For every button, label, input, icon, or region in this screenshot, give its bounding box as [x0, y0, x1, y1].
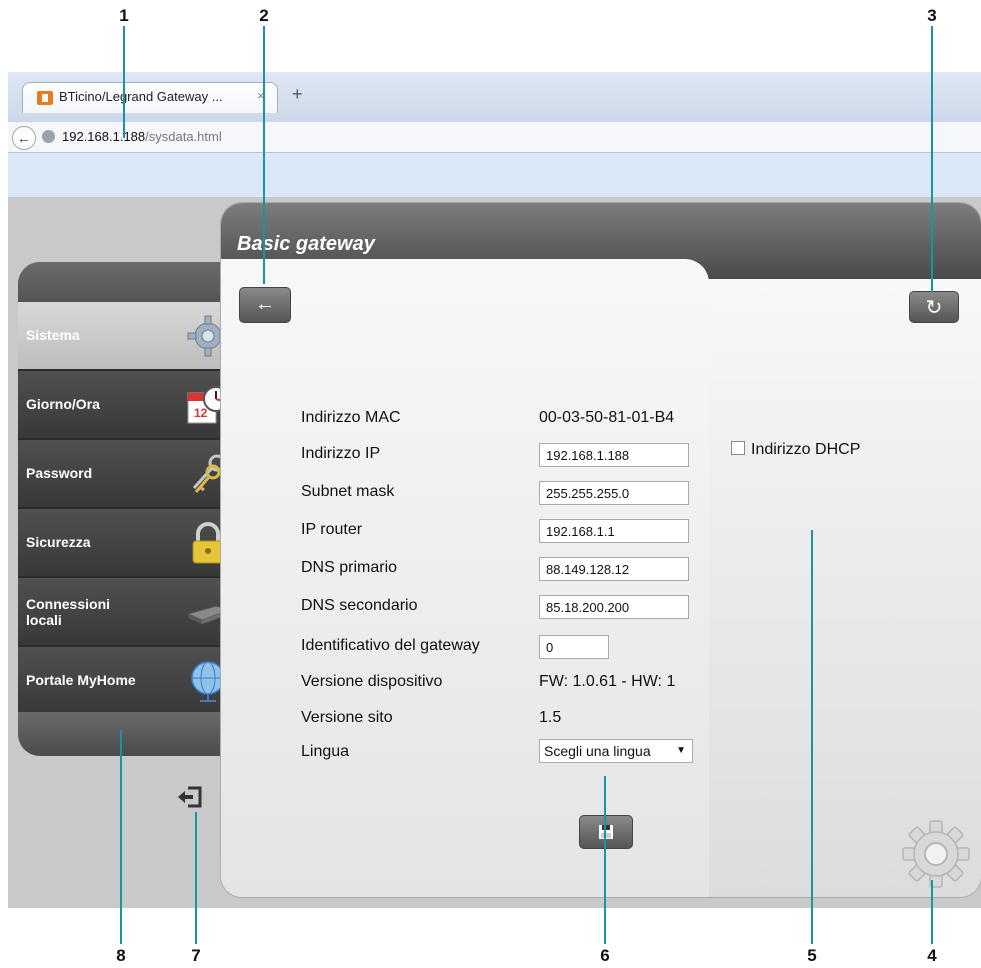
sidebar-item-label: Giorno/Ora [26, 396, 100, 412]
callout-6: 6 [600, 946, 610, 965]
dns2-label: DNS secondario [301, 597, 418, 614]
url-host: 192.168.1.188 [62, 129, 146, 144]
sidebar-item-connessioni-locali[interactable]: Connessioni locali [18, 578, 238, 647]
sidebar-item-sistema[interactable]: Sistema [18, 302, 238, 371]
router-label: IP router [301, 521, 363, 538]
sidebar-item-password[interactable]: Password [18, 440, 238, 509]
browser-tab[interactable]: BTicino/Legrand Gateway ... × [22, 82, 278, 113]
tab-title: BTicino/Legrand Gateway ... [59, 89, 223, 104]
callout-5: 5 [807, 946, 817, 965]
language-selected: Scegli una lingua [544, 743, 651, 759]
browser-back-button[interactable]: ← [12, 126, 36, 150]
language-select[interactable]: Scegli una lingua ▼ [539, 739, 693, 763]
new-tab-button[interactable]: + [292, 84, 303, 105]
browser-window: BTicino/Legrand Gateway ... × + ← 192.16… [8, 72, 981, 908]
gateway-id-input[interactable]: 0 [539, 635, 609, 659]
floppy-disk-icon [599, 825, 613, 839]
back-button[interactable]: ← [239, 287, 291, 323]
svg-text:12: 12 [194, 406, 208, 420]
callout-line-5 [811, 530, 813, 944]
dns1-input[interactable]: 88.149.128.12 [539, 557, 689, 581]
callout-8: 8 [116, 946, 126, 965]
ip-input[interactable]: 192.168.1.188 [539, 443, 689, 467]
callout-4: 4 [927, 946, 937, 965]
sidebar-item-label: Portale MyHome [26, 672, 136, 688]
gateway-id-label: Identificativo del gateway [301, 637, 480, 654]
sidebar-item-label: Sicurezza [26, 534, 91, 550]
subnet-label: Subnet mask [301, 483, 395, 500]
tab-bar: BTicino/Legrand Gateway ... × + [8, 72, 981, 122]
callout-7: 7 [191, 946, 201, 965]
mac-value: 00-03-50-81-01-B4 [539, 409, 675, 426]
chevron-down-icon: ▼ [676, 745, 686, 756]
sidebar-item-giorno-ora[interactable]: Giorno/Ora 12 [18, 371, 238, 440]
device-version-value: FW: 1.0.61 - HW: 1 [539, 673, 676, 690]
dns1-label: DNS primario [301, 559, 398, 576]
favicon-icon [37, 91, 53, 105]
toolbar-strip [8, 153, 981, 198]
callout-line-6 [604, 776, 606, 944]
sidebar-item-label: Connessioni locali [26, 596, 111, 628]
mac-label: Indirizzo MAC [301, 409, 401, 426]
sidebar-item-label: Password [26, 465, 93, 481]
dns2-input[interactable]: 85.18.200.200 [539, 595, 689, 619]
sidebar-bottom [18, 712, 238, 756]
page-title: Basic gateway [237, 233, 375, 255]
logout-icon[interactable] [176, 786, 204, 808]
device-version-label: Versione dispositivo [301, 673, 443, 690]
callout-line-8 [120, 730, 122, 944]
sidebar-item-label: Sistema [26, 327, 80, 343]
dhcp-checkbox[interactable]: Indirizzo DHCP [731, 441, 860, 459]
dhcp-label: Indirizzo DHCP [751, 441, 861, 458]
url-path: /sysdata.html [145, 129, 222, 144]
site-version-label: Versione sito [301, 709, 393, 726]
callout-line-3 [931, 26, 933, 292]
callout-line-2 [263, 26, 265, 284]
language-label: Lingua [301, 743, 350, 760]
router-input[interactable]: 192.168.1.1 [539, 519, 689, 543]
main-panel: Basic gateway ← ↻ Indirizzo MAC 00-03-50… [220, 202, 981, 898]
save-button[interactable] [579, 815, 633, 849]
url-text[interactable]: 192.168.1.188/sysdata.html [62, 129, 222, 144]
callout-line-1 [123, 26, 125, 138]
callout-line-4 [931, 880, 933, 944]
settings-gear-icon[interactable] [901, 819, 971, 889]
site-version-value: 1.5 [539, 709, 562, 726]
ip-label: Indirizzo IP [301, 445, 381, 462]
callout-3: 3 [927, 6, 937, 25]
sidebar-top [18, 262, 238, 302]
refresh-button[interactable]: ↻ [909, 291, 959, 323]
checkbox-box[interactable] [731, 441, 745, 455]
sidebar-menu: Sistema Giorno/Ora 12 Password Sicurezza… [18, 262, 238, 756]
address-bar[interactable]: ← 192.168.1.188/sysdata.html [8, 122, 981, 153]
callout-2: 2 [259, 6, 269, 25]
callout-line-7 [195, 812, 197, 944]
callout-1: 1 [119, 6, 129, 25]
globe-icon [42, 130, 55, 143]
sidebar-item-sicurezza[interactable]: Sicurezza [18, 509, 238, 578]
sidebar-item-portale-myhome[interactable]: Portale MyHome [18, 647, 238, 716]
subnet-input[interactable]: 255.255.255.0 [539, 481, 689, 505]
